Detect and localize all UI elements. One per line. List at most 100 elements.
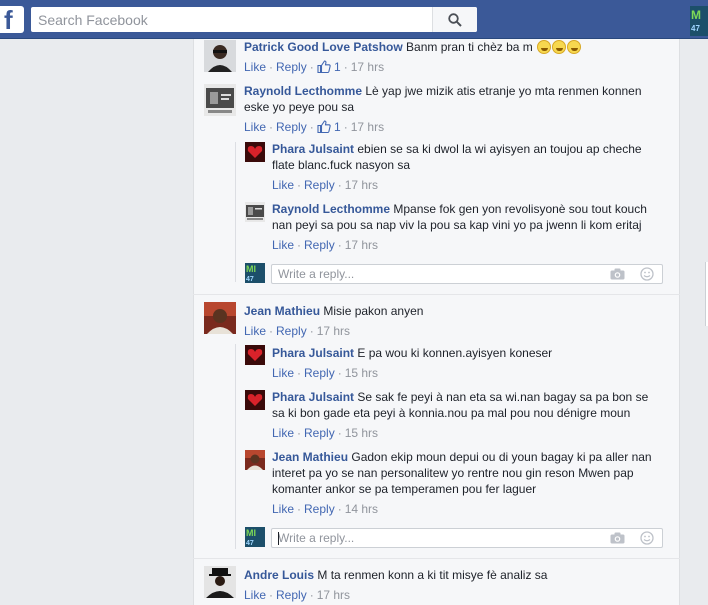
divider <box>193 294 680 295</box>
camera-icon[interactable] <box>609 531 625 545</box>
commenter-name[interactable]: Raynold Lecthomme <box>244 84 362 98</box>
timestamp[interactable]: 17 hrs <box>317 324 350 338</box>
reply-actions: Like · Reply · 14 hrs <box>272 502 379 516</box>
svg-text:MI: MI <box>246 528 256 538</box>
commenter-name[interactable]: Andre Louis <box>244 568 314 582</box>
comment-text-line-1: Lè yap jwe mizik atis etranje yo mta ren… <box>365 84 642 98</box>
reply-thread-line <box>235 142 236 282</box>
svg-text:47: 47 <box>246 276 254 283</box>
comment-actions: Like · Reply · 17 hrs <box>244 588 351 602</box>
reply-body: Phara Julsaint ebien se sa ki dwol la wi… <box>272 141 672 173</box>
reply-text-line-2: interet pa yo se nan personalitew yo ren… <box>272 466 634 480</box>
write-reply-input[interactable] <box>272 529 592 547</box>
svg-text:47: 47 <box>246 540 254 547</box>
avatar[interactable] <box>245 450 265 470</box>
avatar[interactable] <box>204 40 236 72</box>
reply-body: Phara Julsaint Se sak fe peyi à nan eta … <box>272 389 672 421</box>
reply-body: Phara Julsaint E pa wou ki konnen.ayisye… <box>272 345 672 361</box>
reply-actions: Like · Reply · 17 hrs <box>272 238 379 252</box>
reply-text-line-2: flate blanc.fuck nasyon sa <box>272 158 411 172</box>
like-link[interactable]: Like <box>272 178 294 192</box>
search-icon <box>448 12 462 27</box>
commenter-name[interactable]: Phara Julsaint <box>272 390 354 404</box>
commenter-name[interactable]: Jean Mathieu <box>244 304 320 318</box>
avatar[interactable] <box>204 84 236 116</box>
like-link[interactable]: Like <box>272 502 294 516</box>
reply-text-line-2: sa ki bon gade eta peyi à konnia.nou pa … <box>272 406 631 420</box>
comment-body: Jean Mathieu Misie pakon anyen <box>244 303 664 319</box>
timestamp[interactable]: 17 hrs <box>345 238 378 252</box>
timestamp[interactable]: 17 hrs <box>351 120 384 134</box>
comment-text: M ta renmen konn a ki tit misye fè anali… <box>317 568 548 582</box>
reply-link[interactable]: Reply <box>304 366 335 380</box>
smiley-icon[interactable] <box>639 267 655 281</box>
like-link[interactable]: Like <box>244 324 266 338</box>
timestamp[interactable]: 17 hrs <box>317 588 350 602</box>
reply-link[interactable]: Reply <box>276 120 307 134</box>
reply-link[interactable]: Reply <box>304 502 335 516</box>
reply-actions: Like · Reply · 15 hrs <box>272 366 379 380</box>
like-count[interactable]: 1 <box>317 60 341 74</box>
reply-link[interactable]: Reply <box>276 60 307 74</box>
reply-actions: Like · Reply · 15 hrs <box>272 426 379 440</box>
commenter-name[interactable]: Patrick Good Love Patshow <box>244 40 403 54</box>
commenter-name[interactable]: Phara Julsaint <box>272 142 354 156</box>
commenter-name[interactable]: Jean Mathieu <box>272 450 348 464</box>
like-link[interactable]: Like <box>272 426 294 440</box>
comment-actions: Like · Reply · 1 · 17 hrs <box>244 60 385 74</box>
timestamp[interactable]: 15 hrs <box>345 426 378 440</box>
search-input[interactable] <box>31 7 431 32</box>
commenter-name[interactable]: Raynold Lecthomme <box>272 202 390 216</box>
comment-body: Andre Louis M ta renmen konn a ki tit mi… <box>244 567 664 583</box>
like-link[interactable]: Like <box>272 366 294 380</box>
page-thumbnail[interactable]: M 47 <box>690 6 708 36</box>
comment-text: Banm pran ti chèz ba m <box>406 40 533 54</box>
current-user-avatar: MI 47 <box>245 263 265 283</box>
like-thumb-icon <box>317 60 331 73</box>
comment-body: Patrick Good Love Patshow Banm pran ti c… <box>244 39 674 55</box>
search-button[interactable] <box>432 7 477 32</box>
camera-icon[interactable] <box>609 267 625 281</box>
commenter-name[interactable]: Phara Julsaint <box>272 346 354 360</box>
like-count[interactable]: 1 <box>317 120 341 134</box>
reply-body: Raynold Lecthomme Mpanse fok gen yon rev… <box>272 201 682 233</box>
avatar[interactable] <box>245 345 265 365</box>
reply-link[interactable]: Reply <box>304 238 335 252</box>
like-link[interactable]: Like <box>272 238 294 252</box>
like-link[interactable]: Like <box>244 60 266 74</box>
reply-thread-line <box>235 344 236 549</box>
reply-link[interactable]: Reply <box>276 588 307 602</box>
laughing-emoji-icon <box>552 40 567 54</box>
avatar[interactable] <box>245 202 265 222</box>
like-link[interactable]: Like <box>244 588 266 602</box>
text-cursor <box>278 532 279 545</box>
avatar[interactable] <box>204 566 236 598</box>
reply-link[interactable]: Reply <box>304 426 335 440</box>
comment-text: Misie pakon anyen <box>323 304 424 318</box>
write-reply-input[interactable] <box>272 265 592 283</box>
reply-actions: Like · Reply · 17 hrs <box>272 178 379 192</box>
laughing-emoji-icon <box>537 40 552 54</box>
current-user-avatar: MI 47 <box>245 527 265 547</box>
avatar[interactable] <box>204 302 236 334</box>
reply-text-line-1: Gadon ekip moun depui ou di youn bagay k… <box>351 450 652 464</box>
like-thumb-icon <box>317 120 331 133</box>
avatar[interactable] <box>245 142 265 162</box>
reply-link[interactable]: Reply <box>276 324 307 338</box>
reply-text-line-3: komanter ankor se pa temperamen pou fer … <box>272 482 537 496</box>
like-link[interactable]: Like <box>244 120 266 134</box>
comment-text-line-2: eske yo peye pou sa <box>244 100 355 114</box>
comment-actions: Like · Reply · 1 · 17 hrs <box>244 120 385 134</box>
reply-box <box>271 528 663 548</box>
timestamp[interactable]: 15 hrs <box>345 366 378 380</box>
reply-link[interactable]: Reply <box>304 178 335 192</box>
timestamp[interactable]: 17 hrs <box>345 178 378 192</box>
avatar[interactable] <box>245 390 265 410</box>
reply-text-line-1: Mpanse fok gen yon revolisyonè sou tout … <box>393 202 647 216</box>
smiley-icon[interactable] <box>639 531 655 545</box>
facebook-logo-icon[interactable]: f <box>0 6 24 33</box>
timestamp[interactable]: 17 hrs <box>351 60 384 74</box>
comment-body: Raynold Lecthomme Lè yap jwe mizik atis … <box>244 83 664 115</box>
timestamp[interactable]: 14 hrs <box>345 502 378 516</box>
divider <box>193 558 680 559</box>
